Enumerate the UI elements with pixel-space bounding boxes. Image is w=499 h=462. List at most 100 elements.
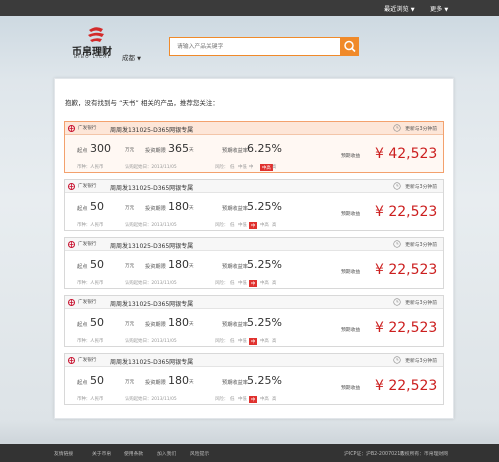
risk-level-midlow: 中低 bbox=[238, 339, 247, 344]
start-value: 50 bbox=[90, 200, 104, 213]
product-card[interactable]: 广发银行 周周发131025-D365网银专属 更新与3分钟前 起点 50 万元… bbox=[64, 295, 444, 347]
term-label: 投资期限 bbox=[145, 206, 166, 212]
rate-value: 5.25% bbox=[247, 258, 282, 271]
risk-level-midhigh: 中高 bbox=[260, 281, 269, 286]
income-label: 预期收益 bbox=[341, 328, 361, 333]
risk-level-low: 低 bbox=[230, 339, 235, 344]
income-value: ¥ 22,523 bbox=[375, 262, 438, 278]
product-name[interactable]: 周周发131025-D365网银专属 bbox=[110, 299, 193, 308]
date-text: 认购起始日：2013/11/05 bbox=[125, 281, 177, 286]
rate-label: 预期收益率 bbox=[222, 380, 248, 386]
clock-icon bbox=[393, 298, 401, 306]
search-input[interactable] bbox=[170, 38, 340, 55]
product-name[interactable]: 周周发131025-D365网银专属 bbox=[110, 357, 193, 366]
bank-name: 广发银行 bbox=[78, 126, 97, 131]
bank-logo-icon bbox=[68, 299, 75, 306]
chevron-down-icon: ▼ bbox=[137, 56, 141, 62]
start-label: 起点 bbox=[77, 322, 88, 328]
start-unit: 万元 bbox=[125, 148, 135, 153]
bank-logo-icon bbox=[68, 241, 75, 248]
risk-level-midlow: 中低 bbox=[238, 165, 247, 170]
card-header: 广发银行 周周发131025-D365网银专属 更新与3分钟前 bbox=[65, 296, 443, 309]
product-name[interactable]: 周周发131025-D365网银专属 bbox=[110, 241, 193, 250]
risk-level-high: 高 bbox=[272, 281, 277, 286]
risk-label: 风险： bbox=[215, 165, 229, 170]
chevron-down-icon: ▼ bbox=[410, 7, 415, 13]
footer-link[interactable]: 友情链接 bbox=[54, 450, 73, 457]
update-time: 更新与3分钟前 bbox=[405, 243, 437, 248]
income-value: ¥ 42,523 bbox=[375, 146, 438, 162]
income-value: ¥ 22,523 bbox=[375, 204, 438, 220]
term-label: 投资期限 bbox=[145, 322, 166, 328]
start-unit: 万元 bbox=[125, 380, 135, 385]
currency-text: 币种：人民币 bbox=[77, 339, 104, 344]
results-panel: 抱歉，没有找到与 “天书” 相关的产品，推荐您关注： 广发银行 周周发13102… bbox=[54, 78, 454, 419]
start-value: 300 bbox=[90, 142, 111, 155]
risk-level-low: 低 bbox=[230, 165, 235, 170]
bank-logo-icon bbox=[68, 125, 75, 132]
risk-level-midlow: 中低 bbox=[238, 281, 247, 286]
risk-label: 风险： bbox=[215, 339, 229, 344]
date-text: 认购起始日：2013/11/05 bbox=[125, 223, 177, 228]
term-unit: 天 bbox=[189, 264, 194, 269]
term-unit: 天 bbox=[189, 148, 194, 153]
brand-logo-icon bbox=[88, 27, 104, 42]
term-label: 投资期限 bbox=[145, 264, 166, 270]
product-card[interactable]: 广发银行 周周发131025-D365网银专属 更新与3分钟前 起点 50 万元… bbox=[64, 353, 444, 405]
rate-value: 6.25% bbox=[247, 142, 282, 155]
clock-icon bbox=[393, 240, 401, 248]
bank-name: 广发银行 bbox=[78, 358, 97, 363]
start-unit: 万元 bbox=[125, 206, 135, 211]
risk-level-midlow: 中低 bbox=[238, 223, 247, 228]
recent-menu[interactable]: 最近浏览 ▼ bbox=[384, 4, 415, 13]
card-header: 广发银行 周周发131025-D365网银专属 更新与3分钟前 bbox=[65, 238, 443, 251]
income-label: 预期收益 bbox=[341, 212, 361, 217]
clock-icon bbox=[393, 356, 401, 364]
income-value: ¥ 22,523 bbox=[375, 320, 438, 336]
bank-name: 广发银行 bbox=[78, 300, 97, 305]
rate-label: 预期收益率 bbox=[222, 264, 248, 270]
bank-logo-icon bbox=[68, 183, 75, 190]
footer-link[interactable]: 风险提示 bbox=[190, 450, 209, 457]
date-text: 认购起始日：2013/11/05 bbox=[125, 339, 177, 344]
update-time: 更新与3分钟前 bbox=[405, 185, 437, 190]
date-text: 认购起始日：2013/11/05 bbox=[125, 165, 177, 170]
risk-level-low: 低 bbox=[230, 223, 235, 228]
start-label: 起点 bbox=[77, 380, 88, 386]
search-button[interactable] bbox=[341, 37, 359, 56]
icp-text: 沪ICP证：沪B2-20070217 bbox=[344, 452, 404, 457]
footer-link[interactable]: 使用条款 bbox=[124, 450, 143, 457]
risk-level-low: 低 bbox=[230, 397, 235, 402]
risk-level-midhigh: 中高 bbox=[260, 164, 273, 171]
footer: 友情链接 关于币帛 使用条款 加入我们 风险提示 沪ICP证：沪B2-20070… bbox=[0, 444, 499, 462]
city-label: 成都 bbox=[122, 54, 135, 62]
risk-level-mid: 中 bbox=[249, 338, 258, 345]
term-value: 180 bbox=[168, 200, 189, 213]
start-label: 起点 bbox=[77, 148, 88, 154]
risk-level-midhigh: 中高 bbox=[260, 223, 269, 228]
bank-name: 广发银行 bbox=[78, 184, 97, 189]
city-selector[interactable]: 成都 ▼ bbox=[122, 52, 141, 62]
product-name[interactable]: 周周发131025-D365网银专属 bbox=[110, 125, 193, 134]
logo[interactable]: 币帛理财 BIBO LICAI bbox=[72, 26, 118, 60]
footer-link[interactable]: 关于币帛 bbox=[92, 450, 111, 457]
start-value: 50 bbox=[90, 316, 104, 329]
footer-link[interactable]: 加入我们 bbox=[157, 450, 176, 457]
copyright-text: 版权所有：币帛理财网 bbox=[400, 452, 448, 457]
product-card[interactable]: 广发银行 周周发131025-D365网银专属 更新与3分钟前 起点 50 万元… bbox=[64, 237, 444, 289]
product-name[interactable]: 周周发131025-D365网银专属 bbox=[110, 183, 193, 192]
bank-name: 广发银行 bbox=[78, 242, 97, 247]
search-box bbox=[169, 37, 341, 56]
rate-label: 预期收益率 bbox=[222, 322, 248, 328]
term-value: 180 bbox=[168, 374, 189, 387]
income-label: 预期收益 bbox=[341, 154, 361, 159]
bank-logo-icon bbox=[68, 357, 75, 364]
product-card[interactable]: 广发银行 周周发131025-D365网银专属 更新与3分钟前 起点 50 万元… bbox=[64, 179, 444, 231]
card-header: 广发银行 周周发131025-D365网银专属 更新与3分钟前 bbox=[65, 180, 443, 193]
risk-label: 风险： bbox=[215, 281, 229, 286]
product-card[interactable]: 广发银行 周周发131025-D365网银专属 更新与3分钟前 起点 300 万… bbox=[64, 121, 444, 173]
rate-value: 5.25% bbox=[247, 200, 282, 213]
more-menu[interactable]: 更多 ▼ bbox=[430, 4, 448, 13]
start-unit: 万元 bbox=[125, 322, 135, 327]
more-label: 更多 bbox=[430, 6, 443, 13]
